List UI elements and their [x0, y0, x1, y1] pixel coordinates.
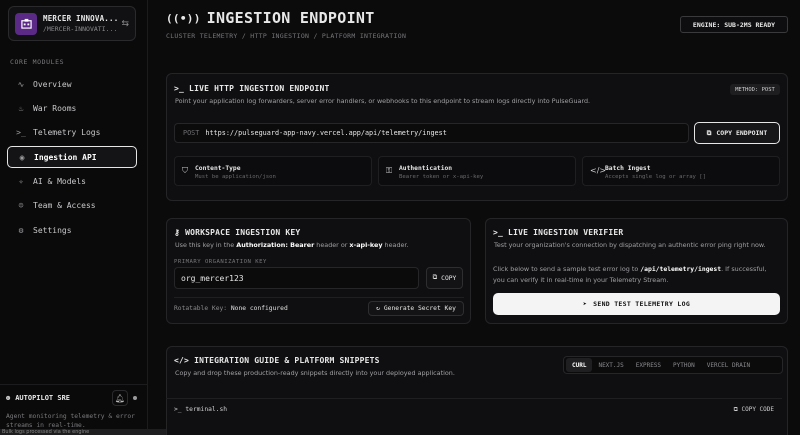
copy-key-button[interactable]: ⧉ COPY [426, 267, 463, 289]
main-content: ((•)) INGESTION ENDPOINT CLUSTER TELEMET… [148, 0, 800, 435]
sparkles-icon: ✧ [18, 177, 24, 187]
tab-nextjs[interactable]: NEXT.JS [592, 358, 629, 372]
sidebar-item-war-rooms[interactable]: ♨ War Rooms [7, 97, 137, 119]
refresh-icon: ↻ [376, 305, 380, 312]
sidebar-item-team-access[interactable]: ☺ Team & Access [7, 195, 137, 217]
sidebar-item-ingestion-api[interactable]: ◉ Ingestion API [7, 146, 137, 169]
guide-desc: Copy and drop these production-ready sni… [175, 369, 455, 377]
sidebar-item-label: Ingestion API [34, 152, 97, 162]
page-title: ((•)) INGESTION ENDPOINT [166, 9, 375, 27]
feature-batch-ingest: </> Batch Ingest Accepts single log or a… [582, 156, 780, 186]
org-switcher[interactable]: MERCER INNOVA... /MERCER-INNOVATI... ⇆ [8, 6, 136, 41]
tab-vercel-drain[interactable]: VERCEL DRAIN [701, 358, 756, 372]
copy-code-button[interactable]: ⧉ COPY CODE [734, 406, 774, 414]
sidebar-nav: ∿ Overview ♨ War Rooms >_ Telemetry Logs… [7, 73, 137, 244]
copy-icon: ⧉ [706, 128, 712, 137]
org-slug: /MERCER-INNOVATI... [43, 25, 118, 33]
feature-content-type: ⛉ Content-Type Must be application/json [174, 156, 372, 186]
send-test-log-button[interactable]: ➤ SEND TEST TELEMETRY LOG [493, 293, 780, 315]
rotatable-key-status: Rotatable Key: None configured [174, 305, 288, 312]
send-icon: ➤ [582, 300, 588, 308]
org-name: MERCER INNOVA... [43, 14, 119, 23]
workspace-key-title: ⚷ WORKSPACE INGESTION KEY [174, 228, 301, 237]
autopilot-icon: ⊛ [6, 394, 11, 402]
tab-express[interactable]: EXPRESS [630, 358, 667, 372]
sidebar-item-label: Telemetry Logs [33, 128, 101, 138]
users-icon: ☺ [18, 201, 24, 211]
org-key-field[interactable]: org_mercer123 [174, 267, 419, 289]
sidebar-item-label: AI & Models [33, 177, 86, 187]
copy-icon: ⧉ [432, 274, 438, 281]
swap-icon: ⇆ [121, 18, 129, 29]
autopilot-title: AUTOPILOT SRE [15, 394, 71, 402]
method-badge: METHOD: POST [730, 84, 780, 95]
app-root: MERCER INNOVA... /MERCER-INNOVATI... ⇆ C… [0, 0, 800, 435]
terminal-filename: >_ terminal.sh [174, 406, 228, 413]
broadcast-icon: ◉ [19, 152, 25, 162]
terminal-icon: >_ [16, 128, 26, 138]
endpoint-card-title: >_ LIVE HTTP INGESTION ENDPOINT [174, 84, 330, 93]
page-title-text: INGESTION ENDPOINT [206, 9, 375, 27]
sidebar: MERCER INNOVA... /MERCER-INNOVATI... ⇆ C… [0, 0, 200, 435]
code-icon: </> [174, 356, 190, 365]
bell-button[interactable]: 🔔︎ [112, 390, 128, 406]
workspace-key-desc: Use this key in the Authorization: Beare… [175, 241, 409, 249]
sidebar-item-settings[interactable]: ⚙ Settings [7, 219, 137, 241]
code-icon: </> [590, 166, 607, 175]
divider [174, 297, 464, 298]
snippet-tabs: CURL NEXT.JS EXPRESS PYTHON VERCEL DRAIN [563, 356, 783, 374]
guide-title: </> INTEGRATION GUIDE & PLATFORM SNIPPET… [174, 356, 380, 365]
autopilot-desc: Agent monitoring telemetry & error strea… [6, 413, 135, 429]
sidebar-item-label: Team & Access [33, 201, 96, 211]
endpoint-card-desc: Point your application log forwarders, s… [175, 97, 591, 105]
flame-icon: ♨ [18, 103, 24, 113]
sidebar-item-label: Settings [33, 225, 72, 235]
terminal-icon: >_ [174, 84, 185, 93]
autopilot-panel: ⊛ AUTOPILOT SRE 🔔︎ Agent monitoring tele… [0, 384, 148, 435]
terminal-icon: >_ [174, 406, 186, 413]
tab-curl[interactable]: CURL [566, 358, 593, 372]
org-logo-icon [15, 12, 37, 35]
broadcast-icon: ((•)) [166, 11, 201, 25]
sidebar-item-label: Overview [33, 79, 72, 89]
engine-status-badge: ENGINE: SUB-2MS READY [680, 16, 788, 33]
gear-icon: ⚙ [18, 225, 24, 235]
tab-python[interactable]: PYTHON [667, 358, 701, 372]
primary-key-label: PRIMARY ORGANIZATION KEY [174, 259, 267, 265]
activity-icon: ∿ [17, 79, 25, 89]
http-verb: POST [183, 129, 200, 137]
shield-icon: ⛉ [182, 166, 188, 175]
feature-authentication: ⚿ Authentication Bearer token or x-api-k… [378, 156, 576, 186]
section-label: CORE MODULES [10, 58, 65, 66]
sidebar-item-label: War Rooms [33, 103, 77, 113]
generate-secret-key-button[interactable]: ↻ Generate Secret Key [368, 301, 464, 316]
verifier-title: >_ LIVE INGESTION VERIFIER [493, 228, 624, 237]
sidebar-item-telemetry-logs[interactable]: >_ Telemetry Logs [7, 122, 137, 144]
key-icon: ⚿ [386, 166, 393, 175]
sidebar-item-overview[interactable]: ∿ Overview [7, 73, 137, 95]
endpoint-url-field[interactable]: POST https://pulseguard-app-navy.vercel.… [174, 123, 689, 143]
verifier-desc: Test your organization's connection by d… [494, 241, 766, 249]
status-dot [133, 396, 137, 400]
copy-endpoint-button[interactable]: ⧉ COPY ENDPOINT [694, 122, 780, 144]
breadcrumb: CLUSTER TELEMETRY / HTTP INGESTION / PLA… [166, 32, 407, 40]
terminal-header: >_ terminal.sh ⧉ COPY CODE [166, 398, 782, 435]
bell-icon: 🔔︎ [114, 393, 126, 403]
verifier-instructions: Click below to send a sample test error … [493, 265, 767, 284]
endpoint-url: https://pulseguard-app-navy.vercel.app/a… [205, 129, 447, 137]
terminal-icon: >_ [493, 228, 504, 237]
sidebar-item-ai-models[interactable]: ✧ AI & Models [7, 171, 137, 193]
key-icon: ⚷ [174, 228, 181, 237]
